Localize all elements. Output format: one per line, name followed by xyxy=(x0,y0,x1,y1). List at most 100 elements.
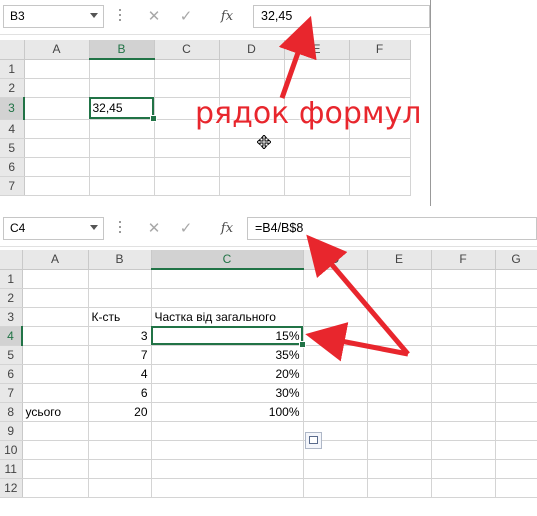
cell[interactable] xyxy=(22,364,89,384)
cell[interactable] xyxy=(24,78,90,98)
column-header-b[interactable]: B xyxy=(89,40,155,60)
cell-b5[interactable]: 7 xyxy=(88,345,152,365)
row-header-11[interactable]: 11 xyxy=(0,459,23,479)
cell[interactable] xyxy=(495,402,537,422)
row-header-1[interactable]: 1 xyxy=(0,59,25,79)
insert-function-icon[interactable]: fx xyxy=(212,5,242,28)
cell-b8[interactable]: 20 xyxy=(88,402,152,422)
cell[interactable] xyxy=(89,78,155,98)
cell[interactable] xyxy=(367,307,432,327)
cell[interactable] xyxy=(154,59,220,79)
row-header-4[interactable]: 4 xyxy=(0,119,25,139)
cell[interactable] xyxy=(303,459,368,479)
fill-handle[interactable] xyxy=(149,114,157,122)
cell[interactable] xyxy=(284,138,350,158)
column-header-c[interactable]: C xyxy=(154,40,220,60)
row-header-6[interactable]: 6 xyxy=(0,157,25,177)
formula-input[interactable]: 32,45 xyxy=(253,5,430,28)
paste-options-icon[interactable] xyxy=(305,432,322,449)
cell[interactable] xyxy=(303,364,368,384)
cell[interactable] xyxy=(431,440,496,460)
cell[interactable] xyxy=(367,402,432,422)
cell[interactable] xyxy=(349,138,411,158)
row-header-2[interactable]: 2 xyxy=(0,78,25,98)
cell[interactable] xyxy=(24,138,90,158)
cell[interactable] xyxy=(89,138,155,158)
cell[interactable] xyxy=(303,288,368,308)
row-header-10[interactable]: 10 xyxy=(0,440,23,460)
cell-c3[interactable]: Частка від загального xyxy=(151,307,304,327)
cell[interactable] xyxy=(88,459,152,479)
cell-a8[interactable]: усього xyxy=(22,402,89,422)
cell[interactable] xyxy=(154,176,220,196)
row-header-2[interactable]: 2 xyxy=(0,288,23,308)
cell[interactable] xyxy=(367,459,432,479)
cell[interactable] xyxy=(219,157,285,177)
cell[interactable] xyxy=(495,307,537,327)
cell[interactable] xyxy=(431,288,496,308)
cell[interactable] xyxy=(22,421,89,441)
cell[interactable] xyxy=(22,326,89,346)
fill-handle[interactable] xyxy=(298,340,306,348)
cell[interactable] xyxy=(495,269,537,289)
cell-b6[interactable]: 4 xyxy=(88,364,152,384)
cell-b3[interactable]: 32,45 xyxy=(89,97,157,122)
cell[interactable] xyxy=(367,383,432,403)
cell-b4[interactable]: 3 xyxy=(88,326,152,346)
cell[interactable] xyxy=(367,269,432,289)
column-header-f[interactable]: F xyxy=(349,40,411,60)
cell[interactable] xyxy=(24,157,90,177)
cell[interactable] xyxy=(495,326,537,346)
cell[interactable] xyxy=(367,440,432,460)
cell[interactable] xyxy=(495,364,537,384)
cell[interactable] xyxy=(89,176,155,196)
cell[interactable] xyxy=(151,440,304,460)
cell[interactable] xyxy=(219,176,285,196)
cell[interactable] xyxy=(219,138,285,158)
cell-c5[interactable]: 35% xyxy=(151,345,304,365)
cell[interactable] xyxy=(154,157,220,177)
cell[interactable] xyxy=(24,119,90,139)
cell[interactable] xyxy=(367,478,432,498)
cell-c7[interactable]: 30% xyxy=(151,383,304,403)
name-box[interactable]: C4 xyxy=(3,217,104,240)
cell-c4[interactable]: 15% xyxy=(151,326,306,348)
cell[interactable] xyxy=(495,288,537,308)
cell[interactable] xyxy=(495,383,537,403)
cell[interactable] xyxy=(88,478,152,498)
cell[interactable] xyxy=(431,383,496,403)
cell[interactable] xyxy=(89,59,155,79)
cell[interactable] xyxy=(495,478,537,498)
row-header-1[interactable]: 1 xyxy=(0,269,23,289)
row-header-7[interactable]: 7 xyxy=(0,176,25,196)
cell[interactable] xyxy=(349,59,411,79)
splitter-handle[interactable] xyxy=(119,221,121,236)
cell[interactable] xyxy=(367,364,432,384)
cell[interactable] xyxy=(367,326,432,346)
cell[interactable] xyxy=(22,383,89,403)
cell[interactable] xyxy=(495,345,537,365)
cell[interactable] xyxy=(431,364,496,384)
cell[interactable] xyxy=(88,288,152,308)
cell[interactable] xyxy=(303,402,368,422)
cell[interactable] xyxy=(495,459,537,479)
cell[interactable] xyxy=(349,176,411,196)
cell[interactable] xyxy=(367,288,432,308)
enter-icon[interactable]: ✓ xyxy=(171,217,201,240)
cancel-icon[interactable]: ✕ xyxy=(139,5,169,28)
cell-c8[interactable]: 100% xyxy=(151,402,304,422)
cell[interactable] xyxy=(151,459,304,479)
row-header-8[interactable]: 8 xyxy=(0,402,23,422)
select-all-corner[interactable] xyxy=(0,250,23,270)
chevron-down-icon[interactable] xyxy=(90,13,98,18)
cell[interactable] xyxy=(431,269,496,289)
cell[interactable] xyxy=(349,157,411,177)
cell[interactable] xyxy=(88,440,152,460)
row-header-7[interactable]: 7 xyxy=(0,383,23,403)
column-header-a[interactable]: A xyxy=(24,40,90,60)
column-header-g[interactable]: G xyxy=(495,250,537,270)
cell[interactable] xyxy=(219,78,285,98)
cell[interactable] xyxy=(495,440,537,460)
column-header-b[interactable]: B xyxy=(88,250,152,270)
cell[interactable] xyxy=(22,459,89,479)
